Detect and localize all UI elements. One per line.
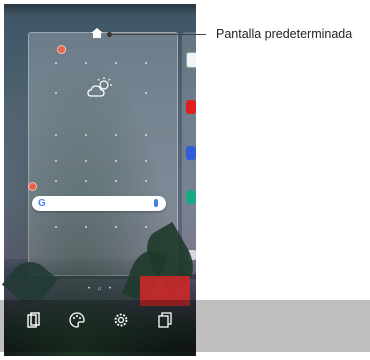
home-icon[interactable] — [90, 27, 104, 39]
grid-dot — [85, 160, 87, 162]
grid-dot — [115, 160, 117, 162]
grid-dot — [145, 92, 147, 94]
grid-dot — [145, 180, 147, 182]
grid-dot — [115, 226, 117, 228]
partly-cloudy-weather-icon[interactable] — [86, 76, 114, 100]
default-screen-label: Pantalla predeterminada — [216, 27, 353, 41]
page-indicator: • ⌂ • — [88, 286, 115, 292]
callout-line — [110, 34, 206, 35]
grid-dot — [55, 134, 57, 136]
grid-dot — [115, 62, 117, 64]
remove-widget-icon[interactable] — [28, 182, 37, 191]
grid-dot — [55, 180, 57, 182]
side-app-icon — [186, 146, 196, 160]
grid-dot — [55, 92, 57, 94]
edit-toolbar — [0, 300, 370, 352]
wallpaper-palette-icon[interactable] — [68, 312, 86, 330]
grid-dot — [85, 180, 87, 182]
grid-dot — [145, 160, 147, 162]
status-bar — [4, 4, 196, 16]
side-app-icon — [186, 52, 196, 68]
settings-gear-icon[interactable] — [112, 312, 130, 330]
grid-dot — [145, 226, 147, 228]
microphone-icon[interactable] — [154, 199, 158, 207]
grid-dot — [55, 62, 57, 64]
google-g-icon: G — [38, 198, 46, 209]
grid-dot — [145, 62, 147, 64]
grid-dot — [55, 160, 57, 162]
side-app-icon — [186, 190, 196, 204]
google-search-widget[interactable]: G — [32, 196, 166, 211]
grid-dot — [85, 62, 87, 64]
copy-page-icon[interactable] — [156, 312, 174, 330]
widgets-icon[interactable] — [24, 312, 42, 330]
side-app-icon — [186, 100, 196, 114]
grid-dot — [85, 226, 87, 228]
grid-dot — [145, 134, 147, 136]
grid-dot — [55, 226, 57, 228]
remove-page-icon[interactable] — [57, 45, 66, 54]
grid-dot — [115, 180, 117, 182]
grid-dot — [85, 134, 87, 136]
grid-dot — [115, 134, 117, 136]
